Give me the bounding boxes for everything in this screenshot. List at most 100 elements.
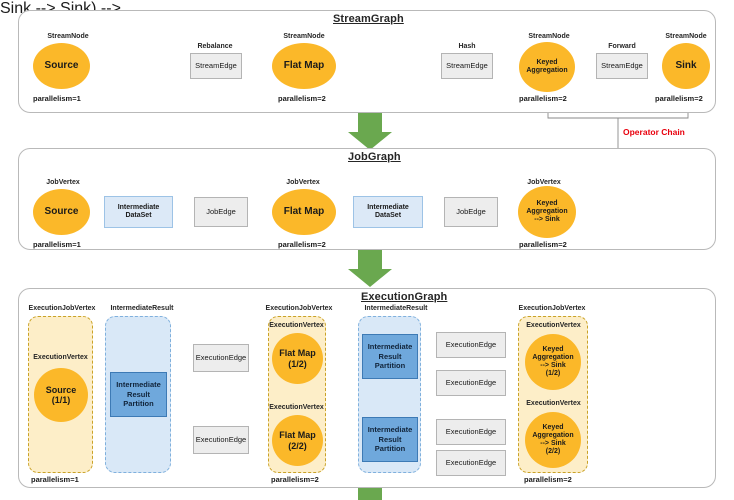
streamgraph-node-2-parallelism: parallelism=2 bbox=[519, 94, 567, 103]
executiongraph-vertex-4-caption: ExecutionVertex bbox=[526, 400, 581, 407]
streamgraph-edge-1-label: StreamEdge bbox=[446, 60, 488, 70]
executiongraph-vertex-source[interactable]: Source (1/1) bbox=[34, 368, 88, 422]
executiongraph-group-2-caption: ExecutionJobVertex bbox=[265, 305, 333, 312]
executiongraph-edge-1-label: ExecutionEdge bbox=[195, 434, 247, 444]
executiongraph-group-4-parallelism: parallelism=2 bbox=[524, 475, 572, 484]
executiongraph-partition-1[interactable]: Intermediate Result Partition bbox=[362, 334, 418, 379]
executiongraph-vertex-keyed-aggregation-2-label-line3: --> Sink bbox=[540, 440, 566, 447]
jobgraph-dataset-1-label-line1: Intermediate bbox=[367, 203, 409, 211]
jobgraph-dataset-0[interactable]: Intermediate DataSet bbox=[104, 196, 173, 228]
executiongraph-vertex-keyed-aggregation-1-label-line2: Aggregation bbox=[532, 354, 574, 362]
jobgraph-node-flatmap[interactable]: Flat Map bbox=[272, 189, 336, 235]
executiongraph-group-0-caption: ExecutionJobVertex bbox=[28, 305, 96, 312]
streamgraph-node-keyed-aggregation-label-line2: Aggregation bbox=[526, 67, 568, 74]
streamgraph-node-flatmap[interactable]: Flat Map bbox=[272, 43, 336, 89]
jobgraph-node-source-label: Source bbox=[44, 206, 79, 218]
executiongraph-edge-1[interactable]: ExecutionEdge bbox=[193, 426, 249, 454]
executiongraph-vertex-flatmap-1[interactable]: Flat Map (1/2) bbox=[272, 333, 323, 384]
streamgraph-title: StreamGraph bbox=[333, 13, 404, 25]
executiongraph-edge-3[interactable]: ExecutionEdge bbox=[436, 370, 506, 396]
jobgraph-dataset-0-label-line1: Intermediate bbox=[117, 203, 160, 211]
executiongraph-partition-0-label-line3: Partition bbox=[123, 399, 154, 409]
streamgraph-edge-1-caption: Hash bbox=[458, 43, 476, 50]
jobgraph-edge-1[interactable]: JobEdge bbox=[444, 197, 498, 227]
jobgraph-node-0-caption: JobVertex bbox=[46, 179, 80, 186]
executiongraph-vertex-keyed-aggregation-2-label-line4: (2/2) bbox=[545, 447, 561, 455]
executiongraph-group-1-caption: IntermediateResult bbox=[110, 305, 174, 312]
green-arrow-bottom-partial bbox=[358, 488, 382, 500]
jobgraph-edge-0-label: JobEdge bbox=[206, 206, 236, 216]
streamgraph-edge-2[interactable]: StreamEdge bbox=[596, 53, 648, 79]
executiongraph-vertex-0-caption: ExecutionVertex bbox=[33, 354, 88, 361]
diagram-canvas: StreamGraph StreamNode Source parallelis… bbox=[0, 0, 734, 500]
executiongraph-vertex-1-caption: ExecutionVertex bbox=[269, 322, 324, 329]
jobgraph-dataset-0-label-line2: DataSet bbox=[125, 212, 152, 219]
jobgraph-dataset-1-label-line2: DataSet bbox=[374, 212, 402, 219]
executiongraph-vertex-keyed-aggregation-1-label-line1: Keyed bbox=[542, 346, 564, 354]
executiongraph-group-3-caption: IntermediateResult bbox=[364, 305, 428, 312]
executiongraph-vertex-3-caption: ExecutionVertex bbox=[526, 322, 581, 329]
executiongraph-vertex-keyed-aggregation-1-label-line4: (1/2) bbox=[545, 369, 561, 377]
streamgraph-node-sink-label: Sink bbox=[675, 60, 697, 72]
executiongraph-group-2-parallelism: parallelism=2 bbox=[271, 475, 319, 484]
executiongraph-edge-4[interactable]: ExecutionEdge bbox=[436, 419, 506, 445]
streamgraph-edge-0-caption: Rebalance bbox=[197, 43, 233, 50]
executiongraph-partition-2-label-line1: Intermediate bbox=[367, 425, 413, 435]
streamgraph-node-3-caption: StreamNode bbox=[665, 33, 707, 40]
operator-chain-label: Operator Chain bbox=[623, 127, 685, 137]
executiongraph-vertex-keyed-aggregation-1[interactable]: Keyed Aggregation --> Sink (1/2) bbox=[525, 334, 581, 390]
jobgraph-node-keyed-aggregation-sink-label-line1: Keyed bbox=[536, 200, 558, 208]
jobgraph-node-keyed-aggregation-sink-label-line2: Aggregation bbox=[526, 208, 568, 216]
streamgraph-node-keyed-aggregation[interactable]: Keyed Aggregation bbox=[519, 42, 575, 92]
jobgraph-edge-1-label: JobEdge bbox=[456, 206, 486, 216]
streamgraph-node-sink[interactable]: Sink bbox=[662, 43, 710, 89]
executiongraph-edge-3-label: ExecutionEdge bbox=[445, 377, 497, 387]
jobgraph-node-keyed-aggregation-sink[interactable]: Keyed Aggregation --> Sink bbox=[518, 186, 576, 238]
executiongraph-partition-0-label-line2: Result bbox=[127, 389, 150, 399]
executiongraph-title: ExecutionGraph bbox=[361, 291, 448, 303]
streamgraph-node-source[interactable]: Source bbox=[33, 43, 90, 89]
jobgraph-dataset-1[interactable]: Intermediate DataSet bbox=[353, 196, 423, 228]
jobgraph-edge-0[interactable]: JobEdge bbox=[194, 197, 248, 227]
executiongraph-edge-5[interactable]: ExecutionEdge bbox=[436, 450, 506, 476]
streamgraph-node-0-caption: StreamNode bbox=[47, 33, 89, 40]
executiongraph-vertex-flatmap-2[interactable]: Flat Map (2/2) bbox=[272, 415, 323, 466]
executiongraph-vertex-source-label-line2: (1/1) bbox=[51, 395, 71, 405]
executiongraph-vertex-flatmap-2-label-line2: (2/2) bbox=[288, 440, 307, 451]
executiongraph-vertex-flatmap-1-label-line1: Flat Map bbox=[279, 348, 316, 359]
jobgraph-node-source[interactable]: Source bbox=[33, 189, 90, 235]
jobgraph-node-0-parallelism: parallelism=1 bbox=[33, 240, 81, 249]
streamgraph-edge-2-caption: Forward bbox=[608, 43, 636, 50]
executiongraph-vertex-flatmap-2-label-line1: Flat Map bbox=[279, 430, 316, 441]
executiongraph-edge-0-label: ExecutionEdge bbox=[195, 352, 247, 362]
jobgraph-node-keyed-aggregation-sink-label-line3: --> Sink bbox=[534, 215, 560, 223]
executiongraph-edge-5-label: ExecutionEdge bbox=[445, 457, 497, 467]
executiongraph-partition-1-label-line2: Result bbox=[378, 351, 402, 361]
streamgraph-node-3-parallelism: parallelism=2 bbox=[655, 94, 703, 103]
executiongraph-edge-4-label: ExecutionEdge bbox=[445, 426, 497, 436]
executiongraph-edge-2[interactable]: ExecutionEdge bbox=[436, 332, 506, 358]
executiongraph-edge-0[interactable]: ExecutionEdge bbox=[193, 344, 249, 372]
streamgraph-edge-0-label: StreamEdge bbox=[195, 60, 237, 70]
streamgraph-node-1-caption: StreamNode bbox=[283, 33, 325, 40]
streamgraph-edge-0[interactable]: StreamEdge bbox=[190, 53, 242, 79]
executiongraph-vertex-flatmap-1-label-line2: (1/2) bbox=[288, 358, 307, 369]
executiongraph-edge-2-label: ExecutionEdge bbox=[445, 339, 497, 349]
executiongraph-partition-1-label-line1: Intermediate bbox=[367, 342, 413, 352]
jobgraph-node-flatmap-label: Flat Map bbox=[283, 206, 325, 218]
executiongraph-vertex-keyed-aggregation-2[interactable]: Keyed Aggregation --> Sink (2/2) bbox=[525, 412, 581, 468]
streamgraph-edge-2-label: StreamEdge bbox=[601, 60, 643, 70]
jobgraph-node-1-caption: JobVertex bbox=[286, 179, 320, 186]
executiongraph-vertex-source-label-line1: Source bbox=[45, 384, 77, 395]
executiongraph-partition-0[interactable]: Intermediate Result Partition bbox=[110, 372, 167, 417]
green-arrow-streamgraph-to-jobgraph bbox=[348, 113, 392, 150]
executiongraph-partition-2[interactable]: Intermediate Result Partition bbox=[362, 417, 418, 462]
streamgraph-node-1-parallelism: parallelism=2 bbox=[278, 94, 326, 103]
executiongraph-vertex-2-caption: ExecutionVertex bbox=[269, 404, 324, 411]
executiongraph-partition-2-label-line2: Result bbox=[378, 434, 402, 444]
green-arrow-jobgraph-to-executiongraph bbox=[348, 250, 392, 287]
jobgraph-title: JobGraph bbox=[348, 151, 401, 163]
streamgraph-node-source-label: Source bbox=[44, 60, 79, 72]
streamgraph-node-flatmap-label: Flat Map bbox=[283, 60, 325, 72]
streamgraph-edge-1[interactable]: StreamEdge bbox=[441, 53, 493, 79]
